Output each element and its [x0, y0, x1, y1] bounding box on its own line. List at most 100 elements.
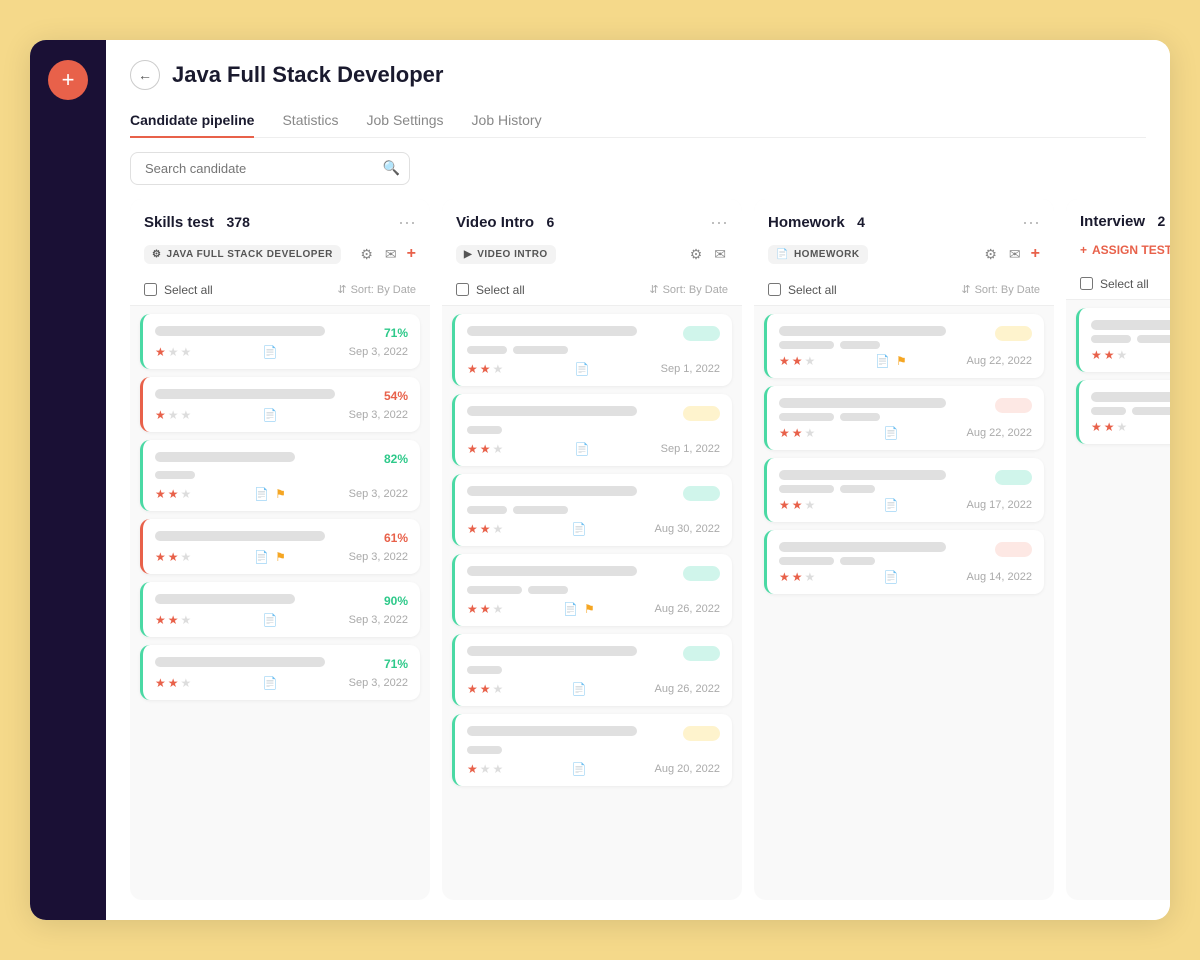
- flag-icon: ⚑: [275, 550, 286, 564]
- col-sub-row-interview: + ASSIGN TEST: [1080, 241, 1170, 259]
- plus-icon-small: +: [1080, 243, 1087, 257]
- table-row: ★ ★ ★ 📄: [1076, 308, 1170, 372]
- column-skills-test: Skills test 378 ⋯ ⚙ JAVA FULL STACK DEVE…: [130, 199, 430, 901]
- doc-icon: 📄: [883, 498, 898, 512]
- search-input[interactable]: [130, 152, 410, 185]
- select-all-checkbox-skills-test[interactable]: [144, 283, 157, 296]
- candidate-name-bar: [467, 486, 637, 496]
- col-title-row-homework: Homework 4 ⋯: [768, 213, 1040, 234]
- col-add-btn-skills-test[interactable]: +: [407, 245, 416, 263]
- search-icon: 🔍: [383, 160, 400, 177]
- homework-icon: 📄: [776, 249, 789, 260]
- sort-video-intro[interactable]: ⇵ Sort: By Date: [649, 283, 728, 296]
- doc-icon: 📄: [571, 522, 586, 536]
- doc-icon: 📄: [883, 570, 898, 584]
- candidate-name-bar: [467, 646, 637, 656]
- col-title-row: Skills test 378 ⋯: [144, 213, 416, 234]
- star-3: ★: [181, 345, 192, 359]
- search-bar-row: 🔍: [106, 138, 1170, 185]
- col-title-row-interview: Interview 2: [1080, 213, 1170, 231]
- add-button[interactable]: +: [48, 60, 88, 100]
- card-date: Sep 3, 2022: [349, 409, 408, 421]
- tab-job-settings[interactable]: Job Settings: [366, 104, 443, 138]
- star-rating: ★ ★ ★: [467, 682, 503, 696]
- candidate-name-bar: [467, 566, 637, 576]
- col-title-interview: Interview: [1080, 213, 1145, 230]
- col-header-video-intro: Video Intro 6 ⋯ ▶ VIDEO INTRO ⚙: [442, 199, 742, 275]
- col-select-row-interview: Select all: [1066, 269, 1170, 300]
- card-action-icons: 📄: [571, 762, 586, 776]
- kanban-board: Skills test 378 ⋯ ⚙ JAVA FULL STACK DEVE…: [106, 185, 1170, 921]
- column-video-intro: Video Intro 6 ⋯ ▶ VIDEO INTRO ⚙: [442, 199, 742, 901]
- col-menu-homework[interactable]: ⋯: [1022, 213, 1040, 234]
- column-interview: Interview 2 + ASSIGN TEST: [1066, 199, 1170, 901]
- main-content: ← Java Full Stack Developer Candidate pi…: [106, 40, 1170, 920]
- col-settings-btn-video-intro[interactable]: ⚙: [688, 244, 705, 265]
- select-all-checkbox-interview[interactable]: [1080, 277, 1093, 290]
- card-date: Sep 1, 2022: [661, 443, 720, 455]
- sort-icon: ⇵: [337, 283, 346, 296]
- card-action-icons: 📄: [571, 682, 586, 696]
- assign-test-button[interactable]: + ASSIGN TEST: [1080, 241, 1170, 259]
- col-settings-btn-skills-test[interactable]: ⚙: [358, 244, 375, 265]
- card-date: Aug 22, 2022: [967, 355, 1032, 367]
- col-settings-btn-homework[interactable]: ⚙: [982, 244, 999, 265]
- card-action-icons: 📄: [883, 498, 898, 512]
- card-date: Aug 26, 2022: [655, 603, 720, 615]
- doc-icon: 📄: [563, 602, 578, 616]
- col-sub-row-skills-test: ⚙ JAVA FULL STACK DEVELOPER ⚙ ✉ +: [144, 244, 416, 265]
- card-date: Aug 20, 2022: [655, 763, 720, 775]
- select-all-interview[interactable]: Select all: [1080, 277, 1149, 291]
- col-email-btn-video-intro[interactable]: ✉: [712, 244, 728, 265]
- tab-job-history[interactable]: Job History: [472, 104, 542, 138]
- col-add-btn-homework[interactable]: +: [1031, 245, 1040, 263]
- table-row: 71% ★ ★ ★ 📄 S: [140, 314, 420, 369]
- select-all-video-intro[interactable]: Select all: [456, 283, 525, 297]
- card-date: Sep 3, 2022: [349, 346, 408, 358]
- sort-skills-test[interactable]: ⇵ Sort: By Date: [337, 283, 416, 296]
- star-rating: ★ ★ ★: [779, 498, 815, 512]
- card-date: Sep 3, 2022: [349, 614, 408, 626]
- card-action-icons: 📄: [263, 613, 278, 627]
- doc-icon: 📄: [875, 354, 890, 368]
- col-menu-skills-test[interactable]: ⋯: [398, 213, 416, 234]
- select-all-checkbox-video-intro[interactable]: [456, 283, 469, 296]
- col-menu-video-intro[interactable]: ⋯: [710, 213, 728, 234]
- select-all-checkbox-homework[interactable]: [768, 283, 781, 296]
- candidate-name-bar: [155, 594, 295, 604]
- table-row: ★ ★ ★ 📄: [1076, 380, 1170, 444]
- cards-list-skills-test: 71% ★ ★ ★ 📄 S: [130, 306, 430, 901]
- candidate-name-bar: [155, 452, 295, 462]
- select-all-skills-test[interactable]: Select all: [144, 283, 213, 297]
- sidebar: +: [30, 40, 106, 920]
- doc-icon: 📄: [263, 676, 278, 690]
- flag-icon: ⚑: [275, 487, 286, 501]
- status-badge: [683, 486, 720, 501]
- col-email-btn-skills-test[interactable]: ✉: [383, 244, 399, 265]
- col-email-btn-homework[interactable]: ✉: [1007, 244, 1023, 265]
- star-1: ★: [155, 676, 166, 690]
- search-input-wrapper: 🔍: [130, 152, 410, 185]
- star-rating: ★ ★ ★: [1091, 420, 1127, 434]
- doc-icon: 📄: [883, 426, 898, 440]
- select-all-homework[interactable]: Select all: [768, 283, 837, 297]
- star-1: ★: [155, 408, 166, 422]
- table-row: 54% ★ ★ ★ 📄 S: [140, 377, 420, 432]
- back-button[interactable]: ←: [130, 60, 160, 90]
- star-rating: ★ ★ ★: [779, 570, 815, 584]
- sort-homework[interactable]: ⇵ Sort: By Date: [961, 283, 1040, 296]
- table-row: 71% ★ ★ ★ 📄 S: [140, 645, 420, 700]
- star-1: ★: [155, 345, 166, 359]
- star-rating: ★ ★ ★: [779, 354, 815, 368]
- tab-candidate-pipeline[interactable]: Candidate pipeline: [130, 104, 254, 138]
- table-row: ★ ★ ★ 📄 ⚑ Aug 26, 2022: [452, 554, 732, 626]
- video-icon: ▶: [464, 249, 472, 260]
- title-row: ← Java Full Stack Developer: [130, 60, 1146, 90]
- candidate-name-bar: [467, 406, 637, 416]
- tab-statistics[interactable]: Statistics: [282, 104, 338, 138]
- col-tag-label-skills-test: JAVA FULL STACK DEVELOPER: [166, 249, 332, 260]
- doc-icon: 📄: [571, 682, 586, 696]
- card-action-icons: 📄: [575, 362, 590, 376]
- star-3: ★: [181, 676, 192, 690]
- table-row: ★ ★ ★ 📄 ⚑ Aug 22, 2022: [764, 314, 1044, 378]
